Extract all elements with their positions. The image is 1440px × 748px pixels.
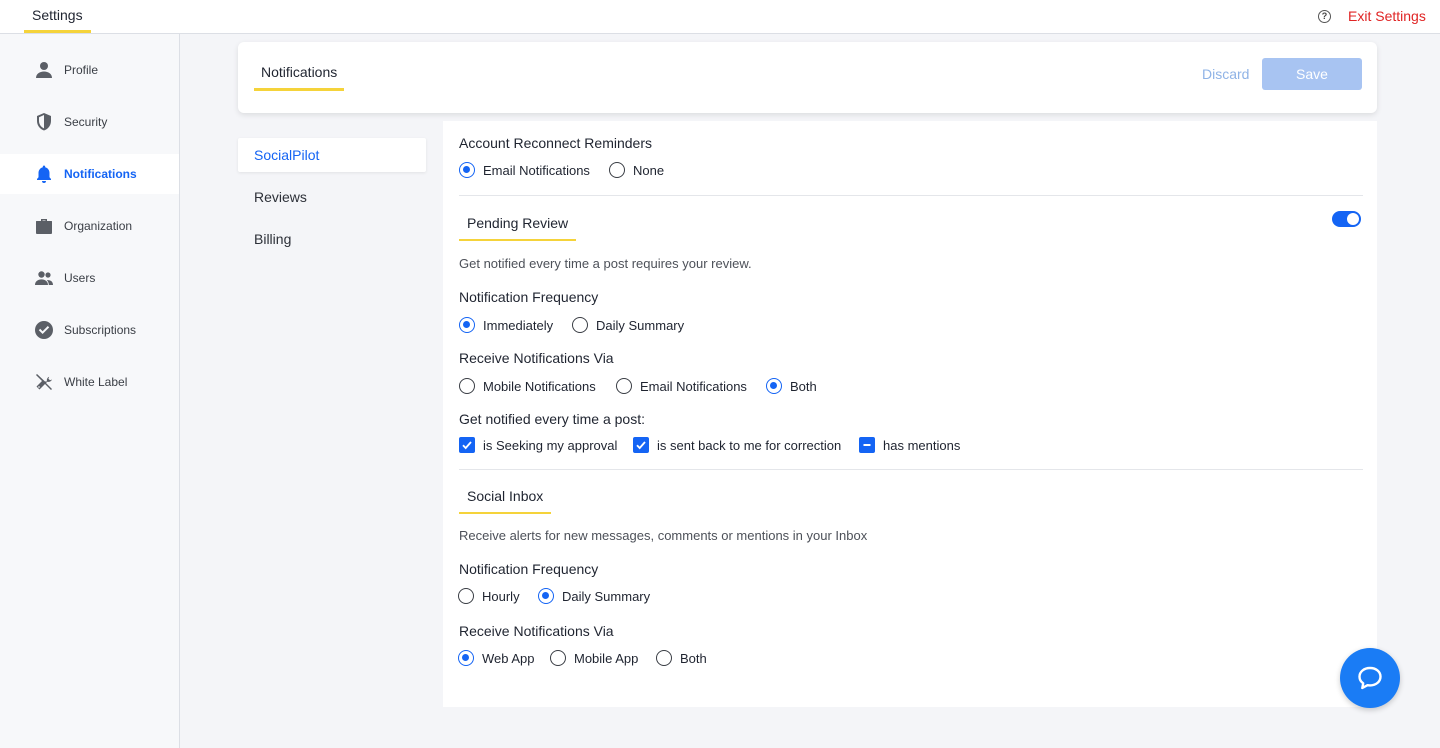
option-label: Web App	[482, 650, 535, 666]
post-seeking-approval-checkbox[interactable]: is Seeking my approval	[459, 437, 617, 453]
radio-unselected[interactable]	[458, 588, 474, 604]
checkmark-icon[interactable]	[459, 437, 475, 453]
pending-via-mobile[interactable]: Mobile Notifications	[459, 378, 596, 394]
option-label: is Seeking my approval	[483, 437, 618, 453]
chat-launcher-button[interactable]	[1340, 648, 1400, 708]
sidebar-item-label: Security	[64, 115, 108, 129]
sidebar-item-users[interactable]: Users	[0, 258, 179, 298]
option-label: Mobile Notifications	[483, 378, 596, 394]
option-label: Daily Summary	[562, 588, 651, 604]
option-label: has mentions	[883, 437, 961, 453]
post-has-mentions-checkbox[interactable]: has mentions	[859, 437, 960, 453]
pending-frequency-label: Notification Frequency	[459, 289, 599, 305]
save-button[interactable]: Save	[1262, 58, 1362, 90]
pending-via-label: Receive Notifications Via	[459, 350, 614, 366]
user-icon	[34, 60, 54, 80]
radio-unselected[interactable]	[609, 162, 625, 178]
sidebar-item-label: Profile	[64, 63, 99, 77]
option-label: Email Notifications	[483, 162, 590, 178]
pending-review-toggle[interactable]	[1332, 211, 1361, 227]
checkmark-icon[interactable]	[633, 437, 649, 453]
radio-unselected[interactable]	[550, 650, 566, 666]
tab-notifications[interactable]: Notifications	[254, 64, 345, 91]
sidebar-item-profile[interactable]: Profile	[0, 50, 179, 90]
users-icon	[34, 268, 54, 288]
radio-selected[interactable]	[538, 588, 554, 604]
pending-frequency-daily-summary[interactable]: Daily Summary	[572, 317, 684, 333]
inbox-frequency-daily-summary[interactable]: Daily Summary	[538, 588, 650, 604]
radio-unselected[interactable]	[459, 378, 475, 394]
inbox-via-both[interactable]: Both	[656, 650, 707, 666]
pending-review-description: Get notified every time a post requires …	[459, 256, 752, 271]
social-inbox-description: Receive alerts for new messages, comment…	[459, 528, 868, 543]
header-card: Notifications Discard Save	[238, 42, 1377, 113]
sidebar: Profile Security Notifications Organizat…	[0, 34, 180, 748]
pending-via-email[interactable]: Email Notifications	[616, 378, 747, 394]
sidebar-item-label: White Label	[64, 375, 128, 389]
inbox-frequency-label: Notification Frequency	[459, 561, 599, 577]
chat-bubble-icon	[1356, 664, 1384, 692]
inbox-via-label: Receive Notifications Via	[459, 623, 614, 639]
sidebar-item-label: Organization	[64, 219, 133, 233]
minus-icon[interactable]	[859, 437, 875, 453]
option-label: Daily Summary	[596, 317, 685, 333]
option-label: Both	[790, 378, 817, 394]
pending-review-title: Pending Review	[459, 215, 577, 241]
divider	[459, 469, 1363, 470]
sidebar-item-label: Notifications	[64, 167, 137, 181]
option-label: is sent back to me for correction	[657, 437, 842, 453]
settings-title: Settings	[24, 0, 91, 33]
sidebar-item-white-label[interactable]: White Label	[0, 362, 179, 402]
account-reconnect-none-option[interactable]: None	[609, 162, 664, 178]
inbox-frequency-hourly[interactable]: Hourly	[458, 588, 520, 604]
option-label: Email Notifications	[640, 378, 747, 394]
account-reconnect-title: Account Reconnect Reminders	[459, 135, 652, 151]
discard-button[interactable]: Discard	[1202, 66, 1249, 82]
radio-selected[interactable]	[459, 317, 475, 333]
pending-post-label: Get notified every time a post:	[459, 411, 645, 427]
option-label: Mobile App	[574, 650, 639, 666]
sidebar-item-notifications[interactable]: Notifications	[0, 154, 179, 194]
shield-icon	[34, 112, 54, 132]
notification-settings-panel: Account Reconnect Reminders Email Notifi…	[443, 121, 1377, 707]
sidebar-item-organization[interactable]: Organization	[0, 206, 179, 246]
question-circle-icon[interactable]: ?	[1318, 10, 1331, 23]
bell-icon	[34, 164, 54, 184]
radio-selected[interactable]	[459, 162, 475, 178]
radio-unselected[interactable]	[572, 317, 588, 333]
inbox-via-mobile-app[interactable]: Mobile App	[550, 650, 638, 666]
post-sent-back-checkbox[interactable]: is sent back to me for correction	[633, 437, 841, 453]
exit-settings-link[interactable]: Exit Settings	[1348, 8, 1426, 24]
divider	[459, 195, 1363, 196]
radio-unselected[interactable]	[616, 378, 632, 394]
option-label: Both	[680, 650, 707, 666]
top-bar: Settings ? Exit Settings	[0, 0, 1440, 34]
option-label: None	[633, 162, 665, 178]
option-label: Hourly	[482, 588, 520, 604]
inbox-via-web-app[interactable]: Web App	[458, 650, 535, 666]
subnav-item-socialpilot[interactable]: SocialPilot	[238, 138, 426, 172]
radio-unselected[interactable]	[656, 650, 672, 666]
check-circle-icon	[34, 320, 54, 340]
social-inbox-title: Social Inbox	[459, 488, 552, 514]
radio-selected[interactable]	[766, 378, 782, 394]
briefcase-icon	[34, 216, 54, 236]
pending-via-both[interactable]: Both	[766, 378, 817, 394]
sidebar-item-subscriptions[interactable]: Subscriptions	[0, 310, 179, 350]
tools-icon	[34, 372, 54, 392]
option-label: Immediately	[483, 317, 554, 333]
radio-selected[interactable]	[458, 650, 474, 666]
subnav-item-billing[interactable]: Billing	[238, 222, 426, 256]
sidebar-item-label: Users	[64, 271, 96, 285]
sidebar-item-label: Subscriptions	[64, 323, 137, 337]
sidebar-item-security[interactable]: Security	[0, 102, 179, 142]
subnav-item-reviews[interactable]: Reviews	[238, 180, 426, 214]
account-reconnect-email-option[interactable]: Email Notifications	[459, 162, 590, 178]
pending-frequency-immediately[interactable]: Immediately	[459, 317, 553, 333]
